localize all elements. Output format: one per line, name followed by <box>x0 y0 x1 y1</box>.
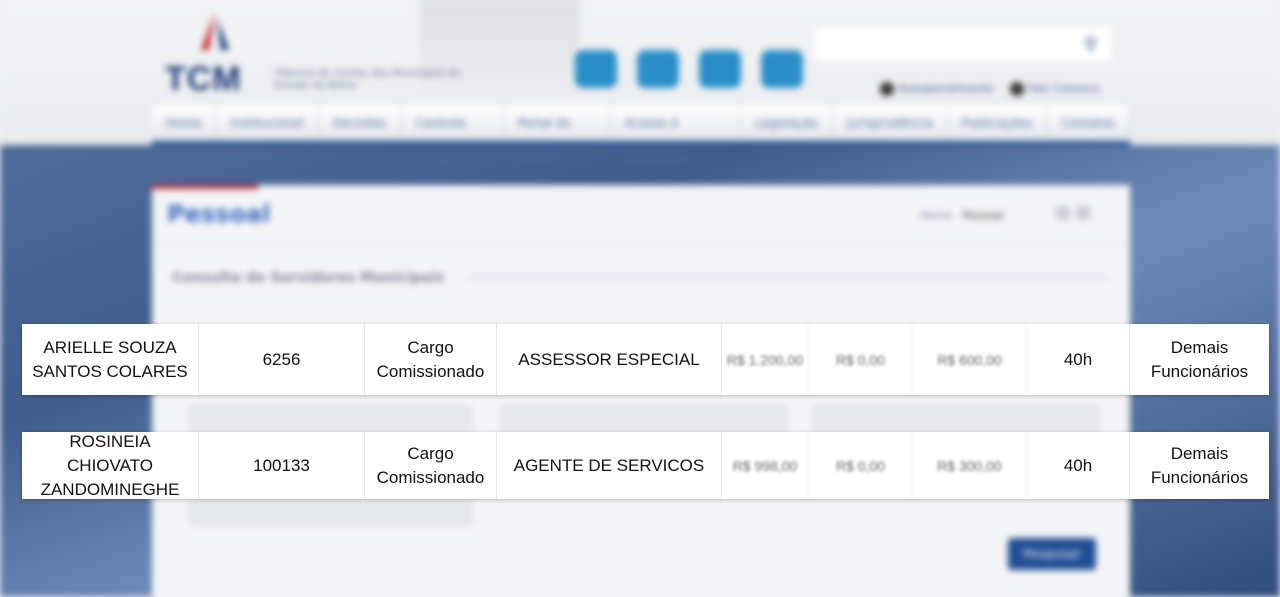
logo-subtitle: Tribunal de Contas dos Municípios do Est… <box>275 68 461 91</box>
cell-salario-base: R$ 998,00 <box>722 432 809 499</box>
cell-matricula: 6256 <box>199 324 365 395</box>
util-link-autoatendimento[interactable]: Autoatendimento <box>880 82 994 96</box>
print-icon[interactable] <box>1056 206 1070 220</box>
nav-item-contatos[interactable]: Contatos <box>1047 105 1131 141</box>
table-row: ROSINEIA CHIOVATO ZANDOMINEGHE 100133 Ca… <box>22 432 1269 499</box>
search-input[interactable]: ⚲ <box>815 28 1111 61</box>
cell-categoria: Demais Funcionários <box>1150 337 1249 381</box>
cell-tipo-servidor: Cargo Comissionado <box>365 324 497 395</box>
cell-valor-2: R$ 0,00 <box>809 324 913 395</box>
quick-link-document-icon[interactable] <box>699 50 741 88</box>
site-logo[interactable]: TCM Tribunal de Contas dos Municípios do… <box>165 10 485 100</box>
logo-text: TCM <box>165 60 242 98</box>
share-icon[interactable] <box>1076 206 1090 220</box>
cell-carga-horaria: 40h <box>1027 324 1130 395</box>
nav-item-home[interactable]: Home <box>152 105 217 141</box>
utility-links: Autoatendimento Fale Conosco <box>880 82 1100 96</box>
search-button[interactable]: Pesquisar <box>1008 538 1096 570</box>
breadcrumb-home[interactable]: Home <box>920 209 952 222</box>
main-nav: Home Institucional Decisões Controle Soc… <box>152 105 1131 166</box>
util-link-fale-conosco[interactable]: Fale Conosco <box>1009 82 1100 96</box>
contact-icon <box>1009 82 1024 96</box>
cell-valor-3: R$ 600,00 <box>913 324 1027 395</box>
view-controls <box>1056 206 1090 220</box>
cell-cargo: ASSESSOR ESPECIAL <box>497 324 722 395</box>
breadcrumb: Home Pessoal <box>920 209 1003 222</box>
cell-cargo: AGENTE DE SERVICOS <box>497 432 722 499</box>
ano-select[interactable] <box>812 406 1099 432</box>
cell-categoria: Demais Funcionários <box>1150 443 1249 487</box>
panel-accent-bar <box>152 185 258 189</box>
quick-link-globe-icon[interactable] <box>637 50 679 88</box>
page-title: Pessoal <box>167 200 271 228</box>
logo-mark-icon <box>201 12 229 50</box>
nome-field[interactable] <box>190 500 472 526</box>
nav-item-legislacao[interactable]: Legislação <box>741 105 834 141</box>
nav-item-jurisprudencia[interactable]: Jurisprudência <box>833 105 948 141</box>
nav-item-acesso-informacao[interactable]: Acesso à Informação <box>611 105 742 166</box>
quick-link-chart-icon[interactable] <box>761 50 803 88</box>
section-title: Consulta de Servidores Municipais <box>172 270 445 286</box>
nav-item-publicacoes[interactable]: Publicações <box>948 105 1048 141</box>
table-row: ARIELLE SOUZA SANTOS COLARES 6256 Cargo … <box>22 324 1269 395</box>
nav-item-institucional[interactable]: Institucional <box>216 105 319 141</box>
section-divider <box>468 277 1110 279</box>
quick-links <box>575 50 803 88</box>
nav-item-decisoes[interactable]: Decisões <box>319 105 402 141</box>
divider <box>152 243 1130 244</box>
breadcrumb-current: Pessoal <box>962 209 1004 222</box>
cell-tipo-servidor: Cargo Comissionado <box>365 432 497 499</box>
cell-valor-3: R$ 300,00 <box>913 432 1027 499</box>
util-link-label: Fale Conosco <box>1027 82 1100 95</box>
cell-valor-2: R$ 0,00 <box>809 432 913 499</box>
cell-carga-horaria: 40h <box>1027 432 1130 499</box>
cell-matricula: 100133 <box>199 432 365 499</box>
util-link-label: Autoatendimento <box>898 82 994 95</box>
tipo-servidor-select[interactable] <box>500 406 787 432</box>
background-page: TCM Tribunal de Contas dos Municípios do… <box>0 0 1280 597</box>
nav-item-controle-social[interactable]: Controle Social <box>402 105 504 166</box>
nav-item-portal-gestor[interactable]: Portal do Gestor <box>504 105 612 166</box>
municipio-select[interactable] <box>190 406 472 432</box>
hand-icon <box>880 82 894 96</box>
cell-nome: ARIELLE SOUZA SANTOS COLARES <box>22 324 199 395</box>
quick-link-ouvidoria-icon[interactable] <box>575 50 617 88</box>
cell-nome: ROSINEIA CHIOVATO ZANDOMINEGHE <box>22 432 199 499</box>
search-icon[interactable]: ⚲ <box>1084 34 1097 55</box>
cell-salario-base: R$ 1.200,00 <box>722 324 809 395</box>
